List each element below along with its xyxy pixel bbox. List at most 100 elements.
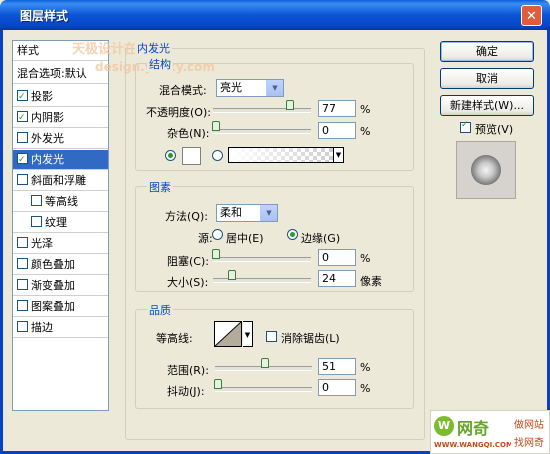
- range-label: 范围(R):: [167, 364, 209, 377]
- cancel-button[interactable]: 取消: [440, 68, 534, 89]
- style-item-label: 斜面和浮雕: [31, 174, 86, 187]
- method-select[interactable]: 柔和 ▼: [216, 204, 278, 222]
- noise-slider-track[interactable]: [213, 129, 311, 134]
- logo-slogan-line2: 找网奇: [514, 438, 544, 449]
- drop-shadow-checkbox[interactable]: [17, 88, 28, 107]
- style-item-color-overlay[interactable]: 颜色叠加: [13, 255, 108, 275]
- source-label: 源:: [198, 232, 213, 245]
- structure-title: 结构: [147, 56, 173, 72]
- size-label: 大小(S):: [167, 276, 209, 289]
- style-item-stroke[interactable]: 描边: [13, 318, 108, 338]
- logo-site-name: 网奇: [457, 419, 490, 438]
- style-item-pattern-overlay[interactable]: 图案叠加: [13, 297, 108, 317]
- size-field[interactable]: 24: [318, 270, 356, 287]
- opacity-slider-track[interactable]: [213, 108, 311, 113]
- noise-label: 杂色(N):: [167, 127, 210, 140]
- style-item-label: 渐变叠加: [31, 279, 75, 292]
- ok-button[interactable]: 确定: [440, 41, 534, 62]
- style-item-outer-glow[interactable]: 外发光: [13, 129, 108, 149]
- style-item-label: 光泽: [31, 237, 53, 250]
- gradient-overlay-checkbox[interactable]: [17, 279, 28, 290]
- gradient-picker[interactable]: ▼: [228, 147, 344, 163]
- range-slider-thumb[interactable]: [261, 358, 269, 368]
- logo-w-icon: W: [434, 416, 454, 436]
- glow-color-swatch[interactable]: [182, 147, 201, 165]
- size-unit: 像素: [360, 275, 382, 288]
- preview-swatch: [456, 141, 516, 199]
- style-item-label: 投影: [31, 90, 53, 103]
- style-item-bevel-emboss[interactable]: 斜面和浮雕: [13, 171, 108, 191]
- style-item-label: 图案叠加: [31, 300, 75, 313]
- blend-mode-select[interactable]: 亮光 ▼: [216, 79, 284, 97]
- style-item-label: 外发光: [31, 132, 64, 145]
- choke-slider-track[interactable]: [213, 257, 311, 262]
- preview-label: 预览(V): [475, 123, 514, 136]
- inner-glow-title: 内发光: [135, 40, 172, 56]
- noise-field[interactable]: 0: [318, 122, 356, 139]
- gradient-dropdown-icon[interactable]: ▼: [333, 148, 343, 162]
- outer-glow-checkbox[interactable]: [17, 132, 28, 143]
- style-item-blend-options[interactable]: 混合选项:默认: [13, 64, 108, 84]
- satin-checkbox[interactable]: [17, 237, 28, 248]
- style-item-label: 等高线: [45, 195, 78, 208]
- contour-checkbox[interactable]: [31, 195, 42, 206]
- color-overlay-checkbox[interactable]: [17, 258, 28, 269]
- range-percent: %: [360, 361, 371, 374]
- contour-dropdown-icon[interactable]: ▼: [243, 321, 253, 347]
- opacity-slider-thumb[interactable]: [286, 100, 294, 110]
- source-center-radio[interactable]: [212, 229, 223, 240]
- gradient-radio[interactable]: [212, 150, 223, 161]
- pattern-overlay-checkbox[interactable]: [17, 300, 28, 311]
- inner-shadow-checkbox[interactable]: [17, 109, 28, 128]
- window-title: 图层样式: [20, 9, 69, 23]
- close-button[interactable]: ✕: [521, 5, 542, 26]
- contour-preview[interactable]: [214, 321, 242, 347]
- solid-color-radio[interactable]: [165, 150, 176, 161]
- choke-percent: %: [360, 252, 371, 265]
- noise-slider-thumb[interactable]: [212, 121, 220, 131]
- choke-slider-thumb[interactable]: [212, 249, 220, 259]
- jitter-percent: %: [360, 382, 371, 395]
- anti-alias-label: 消除锯齿(L): [281, 332, 340, 345]
- preview-checkbox[interactable]: [460, 120, 471, 133]
- style-item-label: 纹理: [45, 216, 67, 229]
- style-item-satin[interactable]: 光泽: [13, 234, 108, 254]
- new-style-button[interactable]: 新建样式(W)...: [440, 95, 534, 116]
- site-logo: W 网奇 WWW.WANGQI.COM 做网站 找网奇: [430, 410, 550, 454]
- logo-site-url: WWW.WANGQI.COM: [434, 441, 513, 449]
- style-item-gradient-overlay[interactable]: 渐变叠加: [13, 276, 108, 296]
- style-item-label: 内阴影: [31, 111, 64, 124]
- chevron-down-icon: ▼: [266, 80, 283, 96]
- contour-label: 等高线:: [156, 332, 193, 345]
- blend-mode-label: 混合模式:: [159, 84, 207, 97]
- choke-field[interactable]: 0: [318, 249, 356, 266]
- jitter-label: 抖动(J):: [167, 385, 205, 398]
- stroke-checkbox[interactable]: [17, 321, 28, 332]
- jitter-slider-thumb[interactable]: [214, 379, 222, 389]
- inner-glow-checkbox[interactable]: [17, 151, 28, 170]
- texture-checkbox[interactable]: [31, 216, 42, 227]
- size-slider-thumb[interactable]: [228, 270, 236, 280]
- style-list: 样式 混合选项:默认 投影 内阴影 外发光 内发光 斜面和浮雕 等高线 纹理 光…: [12, 40, 109, 411]
- range-field[interactable]: 51: [318, 358, 356, 375]
- method-value: 柔和: [220, 206, 242, 219]
- style-item-label: 颜色叠加: [31, 258, 75, 271]
- contour-curve-icon: [215, 322, 241, 346]
- preview-glow-icon: [471, 155, 501, 185]
- anti-alias-checkbox[interactable]: [266, 331, 277, 342]
- opacity-field[interactable]: 77: [318, 100, 356, 117]
- noise-percent: %: [360, 125, 371, 138]
- style-item-inner-glow[interactable]: 内发光: [13, 150, 108, 170]
- source-edge-radio[interactable]: [287, 229, 298, 240]
- jitter-slider-track[interactable]: [215, 387, 312, 392]
- style-item-texture[interactable]: 纹理: [13, 213, 108, 233]
- opacity-label: 不透明度(O):: [146, 106, 211, 119]
- method-label: 方法(Q):: [165, 210, 208, 223]
- style-item-drop-shadow[interactable]: 投影: [13, 87, 108, 107]
- style-item-inner-shadow[interactable]: 内阴影: [13, 108, 108, 128]
- jitter-field[interactable]: 0: [318, 379, 356, 396]
- opacity-percent: %: [360, 103, 371, 116]
- bevel-emboss-checkbox[interactable]: [17, 174, 28, 185]
- logo-slogan-line1: 做网站: [514, 420, 544, 431]
- style-item-contour[interactable]: 等高线: [13, 192, 108, 212]
